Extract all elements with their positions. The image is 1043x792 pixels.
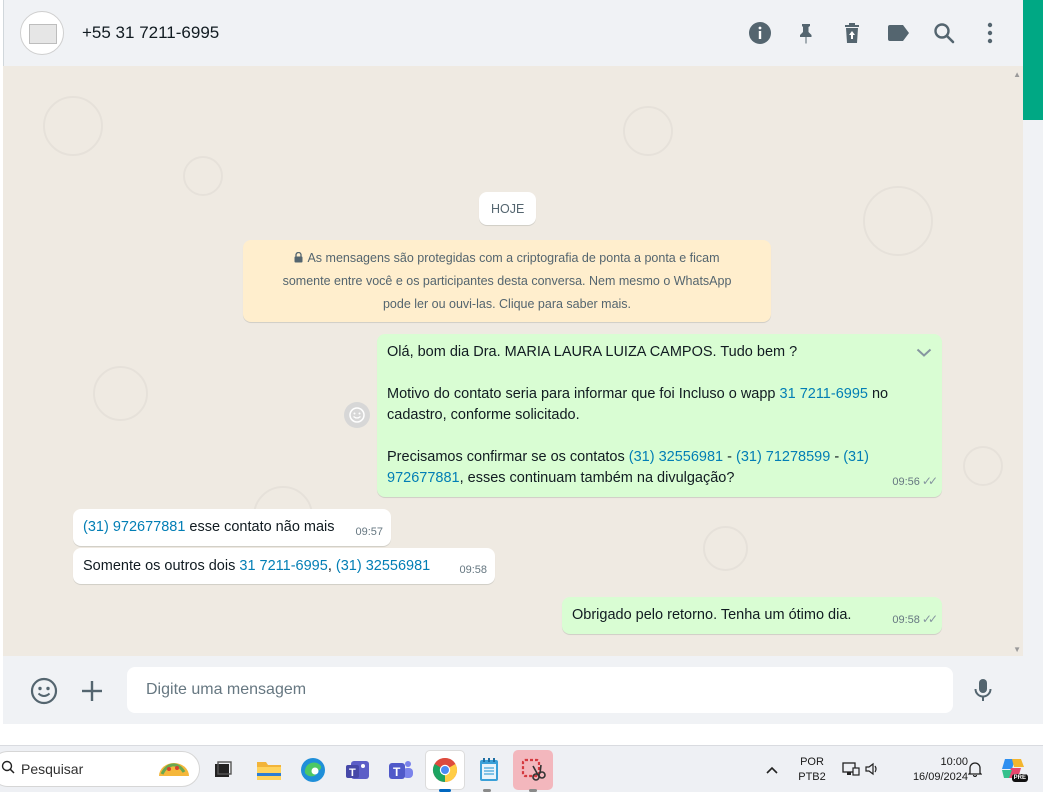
phone-link[interactable]: (31) 32556981 bbox=[629, 449, 723, 465]
message-incoming[interactable]: (31) 972677881 esse contato não mais 09:… bbox=[73, 509, 391, 546]
chat-header[interactable]: +55 31 7211-6995 bbox=[3, 0, 1023, 66]
message-text: Somente os outros dois bbox=[83, 558, 240, 574]
phone-link[interactable]: (31) 972677881 bbox=[83, 519, 185, 535]
delete-icon[interactable] bbox=[829, 13, 875, 53]
notepad-icon[interactable] bbox=[469, 750, 509, 790]
teams-classic-icon[interactable]: T bbox=[338, 750, 378, 790]
composer-bar bbox=[3, 656, 1023, 724]
message-text-para2-line2: cadastro, conforme solicitado. bbox=[387, 407, 580, 423]
message-text-para3: Precisamos confirmar se os contatos (31)… bbox=[387, 449, 869, 465]
phone-link[interactable]: (31) 71278599 bbox=[736, 449, 830, 465]
app-accent-strip bbox=[1023, 0, 1043, 120]
pin-icon[interactable] bbox=[783, 13, 829, 53]
input-language[interactable]: POR PTB2 bbox=[795, 755, 829, 785]
phone-link[interactable]: 31 7211-6995 bbox=[780, 386, 868, 402]
lock-icon bbox=[294, 251, 307, 265]
svg-text:T: T bbox=[393, 765, 401, 779]
network-icon[interactable] bbox=[842, 761, 860, 782]
clock[interactable]: 10:00 16/09/2024 bbox=[892, 755, 968, 785]
scroll-up-arrow[interactable]: ▲ bbox=[1013, 70, 1021, 79]
react-emoji-icon[interactable] bbox=[344, 402, 370, 428]
message-time: 09:58 bbox=[892, 614, 920, 626]
snipping-tool-icon[interactable] bbox=[513, 750, 553, 790]
message-input[interactable] bbox=[127, 667, 953, 713]
phone-link[interactable]: (31) bbox=[843, 449, 869, 465]
whatsapp-window: +55 31 7211-6995 ▲ ▼ HOJE As mensagens s… bbox=[0, 0, 1043, 792]
chevron-down-icon[interactable] bbox=[916, 344, 932, 365]
encryption-text-3: pode ler ou ouvi-las. Clique para saber … bbox=[382, 297, 632, 311]
notification-bell-icon[interactable] bbox=[967, 761, 983, 782]
message-time: 09:58 bbox=[459, 564, 487, 576]
read-ticks-icon: ✓✓ bbox=[921, 474, 938, 488]
phone-link[interactable]: 31 7211-6995 bbox=[239, 558, 327, 574]
emoji-icon[interactable] bbox=[27, 674, 61, 708]
encryption-text-1: As mensagens são protegidas com a cripto… bbox=[307, 251, 720, 265]
desktop-strip bbox=[0, 724, 1043, 745]
search-label: Pesquisar bbox=[21, 761, 84, 777]
message-meta: 09:58 ✓✓ bbox=[892, 609, 938, 631]
header-actions bbox=[737, 0, 1013, 66]
message-outgoing[interactable]: Obrigado pelo retorno. Tenha um ótimo di… bbox=[562, 597, 942, 634]
message-meta: 09:56 ✓✓ bbox=[892, 471, 938, 493]
window-edge bbox=[1023, 120, 1043, 745]
windows-taskbar: Pesquisar T T POR PTB2 10:00 16/09/2024 PR… bbox=[0, 745, 1043, 792]
microphone-icon[interactable] bbox=[966, 674, 1000, 708]
message-text-greeting: Olá, bom dia Dra. MARIA LAURA LUIZA CAMP… bbox=[387, 344, 798, 360]
message-text-para2: Motivo do contato seria para informar qu… bbox=[387, 386, 889, 402]
taskbar-search[interactable]: Pesquisar bbox=[0, 751, 200, 787]
svg-text:T: T bbox=[349, 767, 356, 779]
scroll-down-arrow[interactable]: ▼ bbox=[1013, 645, 1021, 654]
date-divider: HOJE bbox=[479, 192, 537, 225]
label-icon[interactable] bbox=[875, 13, 921, 53]
file-explorer-icon[interactable] bbox=[249, 750, 289, 790]
search-icon[interactable] bbox=[921, 13, 967, 53]
chrome-icon[interactable] bbox=[425, 750, 465, 790]
tray-chevron-up-icon[interactable] bbox=[765, 762, 779, 780]
message-incoming[interactable]: Somente os outros dois 31 7211-6995, (31… bbox=[73, 548, 495, 584]
taco-icon bbox=[157, 758, 191, 785]
copilot-badge: PRE bbox=[1011, 774, 1028, 782]
chat-panel[interactable]: ▲ ▼ HOJE As mensagens são protegidas com… bbox=[3, 66, 1023, 656]
volume-icon[interactable] bbox=[864, 761, 880, 782]
read-ticks-icon: ✓✓ bbox=[921, 612, 938, 626]
message-text-para3-end: , esses continuam também na divulgação? bbox=[459, 470, 735, 486]
task-view-icon[interactable] bbox=[203, 750, 243, 790]
message-outgoing[interactable]: Olá, bom dia Dra. MARIA LAURA LUIZA CAMP… bbox=[377, 334, 942, 497]
message-time: 09:57 bbox=[355, 526, 383, 538]
info-icon[interactable] bbox=[737, 13, 783, 53]
attach-plus-icon[interactable] bbox=[75, 674, 109, 708]
copilot-icon[interactable]: PRE bbox=[1000, 756, 1028, 782]
encryption-text-2: somente entre você e os participantes de… bbox=[282, 274, 732, 288]
contact-avatar[interactable] bbox=[20, 11, 64, 55]
message-time: 09:56 bbox=[892, 476, 920, 488]
encryption-notice[interactable]: As mensagens são protegidas com a cripto… bbox=[243, 240, 771, 322]
message-text: esse contato não mais bbox=[185, 519, 335, 535]
menu-icon[interactable] bbox=[967, 13, 1013, 53]
phone-link[interactable]: (31) 32556981 bbox=[336, 558, 430, 574]
phone-link[interactable]: 972677881 bbox=[387, 470, 460, 486]
search-icon bbox=[1, 760, 15, 779]
contact-name[interactable]: +55 31 7211-6995 bbox=[82, 23, 219, 43]
edge-icon[interactable] bbox=[293, 750, 333, 790]
message-text: Obrigado pelo retorno. Tenha um ótimo di… bbox=[572, 607, 852, 623]
teams-icon[interactable]: T bbox=[381, 750, 421, 790]
